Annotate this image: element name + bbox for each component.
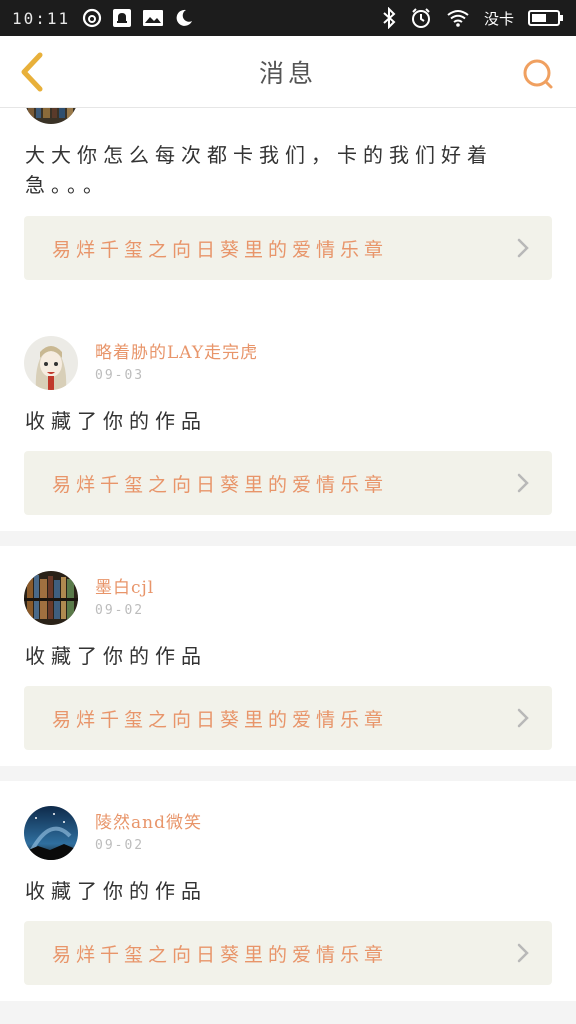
status-left-icons [82,8,194,28]
work-title: 易烊千玺之向日葵里的爱情乐章 [52,238,389,261]
work-title: 易烊千玺之向日葵里的爱情乐章 [52,708,389,731]
message-date: 09-02 [95,838,145,853]
work-title: 易烊千玺之向日葵里的爱情乐章 [52,943,389,966]
work-link[interactable]: 易烊千玺之向日葵里的爱情乐章 [24,216,552,280]
status-right-icons: 没卡 [382,7,564,29]
avatar[interactable] [24,108,78,124]
message-text: 大大你怎么每次都卡我们，卡的我们好着急。。。 [25,143,493,197]
message-date: 09-02 [95,603,145,618]
chevron-right-icon [517,943,529,963]
user-row: 略着胁的LAY走完虎 09-03 [24,336,258,390]
work-link[interactable]: 易烊千玺之向日葵里的爱情乐章 [24,686,552,750]
message-text: 收藏了你的作品 [25,879,207,903]
image-icon [142,8,164,28]
search-icon [523,59,553,89]
message-card: 墨白cjl 09-02 收藏了你的作品 易烊千玺之向日葵里的爱情乐章 [0,546,576,766]
page-title: 消息 [258,58,317,88]
app-header: 消息 [0,36,576,108]
chevron-left-icon [21,52,43,92]
username[interactable]: 略着胁的LAY走完虎 [95,338,258,363]
alarm-icon [410,7,432,29]
chevron-right-icon [517,473,529,493]
user-meta: 墨白cjl 09-02 [95,573,154,618]
user-meta: 陵然and微笑 09-02 [95,808,202,853]
message-list[interactable]: 09-03 大大你怎么每次都卡我们，卡的我们好着急。。。 易烊千玺之向日葵里的爱… [0,108,576,1024]
chevron-right-icon [517,708,529,728]
message-date: 09-03 [95,368,145,383]
battery-icon [528,8,564,28]
message-card: 陵然and微笑 09-02 收藏了你的作品 易烊千玺之向日葵里的爱情乐章 [0,781,576,1001]
user-row: 墨白cjl 09-02 [24,571,154,625]
search-button[interactable] [518,54,558,94]
work-link[interactable]: 易烊千玺之向日葵里的爱情乐章 [24,451,552,515]
user-row: 09-03 [24,108,144,124]
user-row: 陵然and微笑 09-02 [24,806,202,860]
message-card: 略着胁的LAY走完虎 09-03 收藏了你的作品 易烊千玺之向日葵里的爱情乐章 [0,311,576,531]
status-bar: 10:11 没卡 [0,0,576,36]
bluetooth-icon [382,7,396,29]
work-link[interactable]: 易烊千玺之向日葵里的爱情乐章 [24,921,552,985]
username[interactable]: 陵然and微笑 [95,808,202,833]
work-title: 易烊千玺之向日葵里的爱情乐章 [52,473,389,496]
avatar[interactable] [24,806,78,860]
avatar[interactable] [24,571,78,625]
user-meta: 略着胁的LAY走完虎 09-03 [95,338,258,383]
message-text: 收藏了你的作品 [25,409,207,433]
chevron-right-icon [517,238,529,258]
notification-bell-icon [112,8,132,28]
wifi-icon [446,8,470,28]
netease-cloud-music-icon [82,8,102,28]
sim-status: 没卡 [483,9,514,28]
moon-icon [174,8,194,28]
avatar[interactable] [24,336,78,390]
message-text: 收藏了你的作品 [25,644,207,668]
back-button[interactable] [12,50,52,94]
status-time: 10:11 [12,8,71,28]
username[interactable]: 墨白cjl [95,573,154,598]
